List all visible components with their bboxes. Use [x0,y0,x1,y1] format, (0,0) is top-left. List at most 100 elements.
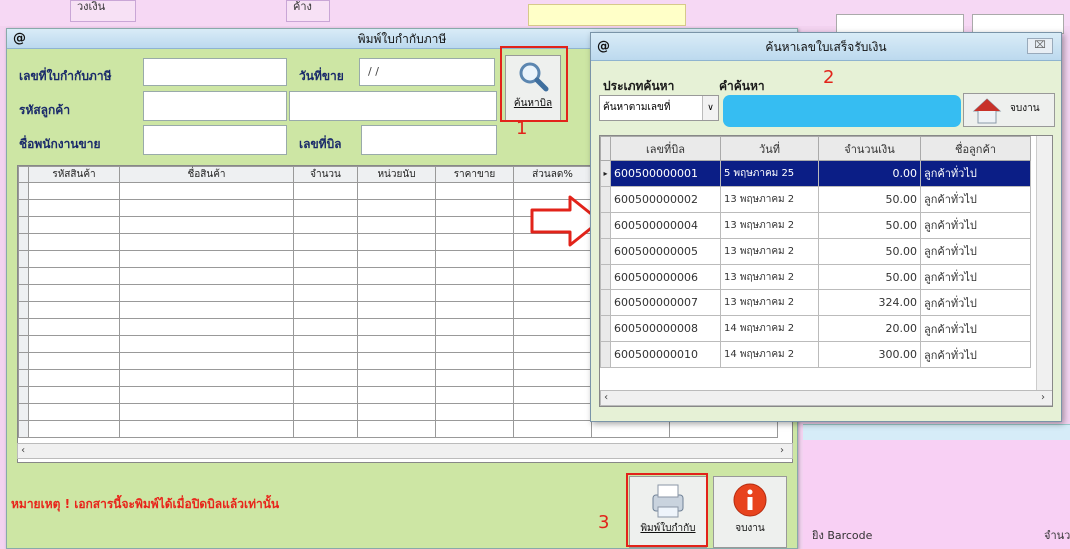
receipt-row[interactable]: 600500000004 13 พฤษภาคม 2 50.00 ลูกค้าทั่วไ… [600,211,1031,239]
receipt-customer-cell[interactable]: ลูกค้าทั่วไป [920,289,1031,317]
item-cell[interactable] [357,233,436,251]
item-cell[interactable] [435,318,514,336]
item-cell[interactable] [435,267,514,285]
item-cell[interactable] [435,250,514,268]
receipt-grid[interactable]: เลขที่บิล วันที่ จำนวนเงิน ชื่อลูกค้า ▸ 6… [599,135,1053,407]
item-cell[interactable] [28,233,120,251]
receipt-customer-cell[interactable]: ลูกค้าทั่วไป [920,315,1031,343]
item-cell[interactable] [513,318,592,336]
item-cell[interactable] [293,233,358,251]
receipt-amount-cell[interactable]: 50.00 [818,263,921,291]
item-cell[interactable] [435,199,514,217]
item-cell[interactable] [28,199,120,217]
tax-invoice-no-field[interactable] [143,58,287,86]
items-horizontal-scrollbar[interactable]: ‹ › [17,443,793,459]
item-cell[interactable] [435,420,514,438]
receipt-row[interactable]: 600500000008 14 พฤษภาคม 2 20.00 ลูกค้าทั่วไ… [600,315,1031,343]
receipt-date-cell[interactable]: 5 พฤษภาคม 25 [720,160,819,187]
receipt-bill-cell[interactable]: 600500000010 [610,341,721,369]
receipt-date-cell[interactable]: 14 พฤษภาคม 2 [720,341,819,369]
item-cell[interactable] [357,301,436,319]
item-cell[interactable] [513,250,592,268]
item-cell[interactable] [293,352,358,370]
receipt-bill-cell[interactable]: 600500000007 [610,289,721,317]
receipt-vertical-scrollbar[interactable] [1036,136,1052,392]
receipt-row[interactable]: 600500000002 13 พฤษภาคม 2 50.00 ลูกค้าทั่วไ… [600,185,1031,213]
salesperson-field[interactable] [143,125,287,155]
receipt-date-cell[interactable]: 13 พฤษภาคม 2 [720,185,819,213]
item-cell[interactable] [28,318,120,336]
item-cell[interactable] [119,216,294,234]
item-cell[interactable] [435,403,514,421]
receipt-customer-cell[interactable]: ลูกค้าทั่วไป [920,237,1031,265]
item-cell[interactable] [513,369,592,387]
column-customer[interactable]: ชื่อลูกค้า [920,136,1031,161]
receipt-bill-cell[interactable]: 600500000008 [610,315,721,343]
receipt-date-cell[interactable]: 13 พฤษภาคม 2 [720,289,819,317]
item-cell[interactable] [119,369,294,387]
item-cell[interactable] [513,301,592,319]
item-cell[interactable] [293,301,358,319]
bill-no-field[interactable] [361,125,497,155]
receipt-customer-cell[interactable]: ลูกค้าทั่วไป [920,160,1031,187]
column-amount[interactable]: จำนวนเงิน [818,136,921,161]
receipt-bill-cell[interactable]: 600500000004 [610,211,721,239]
column-date[interactable]: วันที่ [720,136,819,161]
item-cell[interactable] [119,284,294,302]
receipt-bill-cell[interactable]: 600500000005 [610,237,721,265]
item-cell[interactable] [293,284,358,302]
item-cell[interactable] [28,335,120,353]
item-cell[interactable] [435,335,514,353]
column-quantity[interactable]: จำนวน [293,166,358,183]
item-cell[interactable] [357,420,436,438]
item-cell[interactable] [357,216,436,234]
receipt-customer-cell[interactable]: ลูกค้าทั่วไป [920,185,1031,213]
receipt-bill-cell[interactable]: 600500000002 [610,185,721,213]
item-cell[interactable] [435,301,514,319]
item-cell[interactable] [293,267,358,285]
receipt-row[interactable]: 600500000006 13 พฤษภาคม 2 50.00 ลูกค้าทั่วไ… [600,263,1031,291]
item-cell[interactable] [435,284,514,302]
item-cell[interactable] [435,182,514,200]
item-cell[interactable] [435,216,514,234]
item-cell[interactable] [513,386,592,404]
item-cell[interactable] [357,335,436,353]
item-cell[interactable] [357,386,436,404]
end-main-button[interactable]: จบงาน [713,476,787,548]
item-cell[interactable] [591,420,670,438]
item-cell[interactable] [435,352,514,370]
keyword-input[interactable] [723,95,961,127]
item-cell[interactable] [28,267,120,285]
item-cell[interactable] [119,267,294,285]
item-cell[interactable] [119,386,294,404]
item-cell[interactable] [513,352,592,370]
receipt-bill-cell[interactable]: 600500000006 [610,263,721,291]
item-cell[interactable] [28,216,120,234]
item-cell[interactable] [513,335,592,353]
item-cell[interactable] [28,284,120,302]
item-cell[interactable] [119,403,294,421]
receipt-amount-cell[interactable]: 300.00 [818,341,921,369]
item-cell[interactable] [119,352,294,370]
item-cell[interactable] [293,318,358,336]
item-cell[interactable] [293,250,358,268]
item-cell[interactable] [357,403,436,421]
dialog-close-button[interactable]: ⌧ [1027,38,1053,54]
item-cell[interactable] [119,250,294,268]
item-cell[interactable] [435,369,514,387]
customer-code-field[interactable] [143,91,287,121]
receipt-row[interactable]: 600500000007 13 พฤษภาคม 2 324.00 ลูกค้าทั่ว… [600,289,1031,317]
item-cell[interactable] [28,250,120,268]
receipt-row[interactable]: ▸ 600500000001 5 พฤษภาคม 25 0.00 ลูกค้าทั่วไ… [600,160,1031,187]
receipt-amount-cell[interactable]: 50.00 [818,211,921,239]
item-cell[interactable] [28,420,120,438]
item-cell[interactable] [435,386,514,404]
item-cell[interactable] [435,233,514,251]
item-cell[interactable] [28,386,120,404]
column-price[interactable]: ราคาขาย [435,166,514,183]
item-cell[interactable] [28,182,120,200]
chevron-down-icon[interactable]: ∨ [702,96,718,120]
item-cell[interactable] [293,403,358,421]
item-cell[interactable] [357,199,436,217]
item-cell[interactable] [28,301,120,319]
